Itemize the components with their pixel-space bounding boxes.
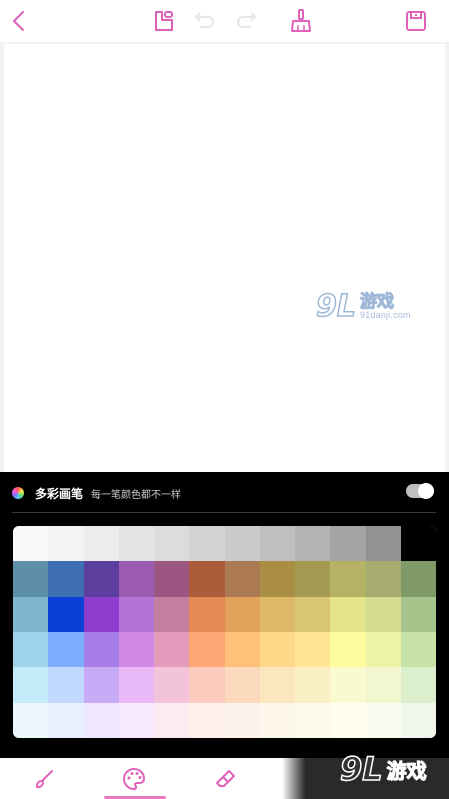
redo-icon[interactable] xyxy=(232,6,262,36)
panel-title: 多彩画笔 xyxy=(35,486,84,501)
color-swatch[interactable] xyxy=(224,667,260,703)
undo-icon[interactable] xyxy=(189,6,219,36)
color-swatch[interactable] xyxy=(154,702,190,738)
color-swatch[interactable] xyxy=(295,526,331,562)
color-swatch[interactable] xyxy=(154,526,190,562)
color-swatch[interactable] xyxy=(118,561,154,597)
color-swatch[interactable] xyxy=(154,667,190,703)
color-palette-grid xyxy=(13,526,436,738)
eraser-icon[interactable] xyxy=(213,766,239,792)
color-swatch[interactable] xyxy=(365,702,401,738)
color-swatch[interactable] xyxy=(13,667,49,703)
color-swatch[interactable] xyxy=(48,631,84,668)
color-swatch[interactable] xyxy=(13,702,49,738)
save-icon[interactable] xyxy=(401,6,431,36)
watermark-name: 游戏 xyxy=(360,291,395,312)
color-swatch[interactable] xyxy=(83,596,119,632)
color-swatch[interactable] xyxy=(118,702,154,738)
color-swatch[interactable] xyxy=(118,526,154,562)
color-swatch[interactable] xyxy=(189,526,225,562)
color-swatch[interactable] xyxy=(365,526,401,562)
color-swatch[interactable] xyxy=(330,631,366,668)
drawing-canvas[interactable] xyxy=(4,44,445,472)
color-swatch[interactable] xyxy=(330,526,366,562)
color-swatch[interactable] xyxy=(224,561,260,597)
color-swatch[interactable] xyxy=(189,596,225,632)
color-swatch[interactable] xyxy=(154,561,190,597)
color-swatch[interactable] xyxy=(400,667,436,703)
color-swatch[interactable] xyxy=(365,596,401,632)
color-swatch[interactable] xyxy=(83,526,119,562)
color-swatch[interactable] xyxy=(295,561,331,597)
watermark-logo-bottom: 9L 游戏 xyxy=(339,749,427,789)
color-swatch[interactable] xyxy=(83,561,119,597)
palette-icon[interactable] xyxy=(121,766,147,792)
brush-icon[interactable] xyxy=(31,766,57,792)
watermark-logo: 9L 游戏 91danji.com xyxy=(315,288,411,325)
panel-header: 多彩画笔 每一笔颜色都不一样 xyxy=(12,484,181,502)
color-swatch[interactable] xyxy=(365,561,401,597)
color-swatch[interactable] xyxy=(259,667,295,703)
color-swatch[interactable] xyxy=(400,631,436,668)
color-swatch[interactable] xyxy=(259,596,295,632)
top-toolbar xyxy=(0,0,449,42)
color-swatch[interactable] xyxy=(400,596,436,632)
watermark-name-bottom: 游戏 xyxy=(386,758,427,783)
color-swatch[interactable] xyxy=(330,596,366,632)
color-swatch[interactable] xyxy=(118,631,154,668)
color-swatch[interactable] xyxy=(224,702,260,738)
color-swatch[interactable] xyxy=(259,526,295,562)
color-swatch[interactable] xyxy=(154,596,190,632)
watermark-logo-mark: 9L xyxy=(315,288,357,325)
color-swatch[interactable] xyxy=(295,667,331,703)
color-swatch[interactable] xyxy=(259,631,295,668)
color-swatch[interactable] xyxy=(83,667,119,703)
color-swatch[interactable] xyxy=(295,631,331,668)
color-swatch[interactable] xyxy=(13,561,49,597)
back-icon[interactable] xyxy=(4,6,34,36)
multicolor-toggle[interactable] xyxy=(406,483,434,499)
color-swatch[interactable] xyxy=(259,561,295,597)
color-swatch[interactable] xyxy=(400,526,436,562)
panel-subtitle: 每一笔颜色都不一样 xyxy=(91,489,182,501)
color-swatch[interactable] xyxy=(83,702,119,738)
color-swatch[interactable] xyxy=(48,667,84,703)
color-swatch[interactable] xyxy=(118,596,154,632)
color-swatch[interactable] xyxy=(189,631,225,668)
rainbow-brush-icon xyxy=(12,487,24,499)
panel-divider xyxy=(12,512,436,513)
color-swatch[interactable] xyxy=(224,596,260,632)
color-swatch[interactable] xyxy=(365,631,401,668)
color-swatch[interactable] xyxy=(13,631,49,668)
color-swatch[interactable] xyxy=(189,561,225,597)
clear-broom-icon[interactable] xyxy=(286,6,316,36)
color-swatch[interactable] xyxy=(400,702,436,738)
color-swatch[interactable] xyxy=(118,667,154,703)
toggle-knob xyxy=(418,483,434,499)
color-swatch[interactable] xyxy=(13,596,49,632)
color-swatch[interactable] xyxy=(189,667,225,703)
color-swatch[interactable] xyxy=(48,526,84,562)
color-swatch[interactable] xyxy=(400,561,436,597)
color-swatch[interactable] xyxy=(330,561,366,597)
import-image-icon[interactable] xyxy=(149,6,179,36)
color-swatch[interactable] xyxy=(224,631,260,668)
watermark-url: 91danji.com xyxy=(360,309,411,320)
color-swatch[interactable] xyxy=(13,526,49,562)
color-swatch[interactable] xyxy=(48,561,84,597)
watermark-logo-mark-bottom: 9L xyxy=(339,749,383,789)
color-swatch[interactable] xyxy=(330,702,366,738)
color-swatch[interactable] xyxy=(295,596,331,632)
color-swatch[interactable] xyxy=(365,667,401,703)
color-swatch[interactable] xyxy=(189,702,225,738)
color-swatch[interactable] xyxy=(224,526,260,562)
color-swatch[interactable] xyxy=(48,596,84,632)
color-swatch[interactable] xyxy=(295,702,331,738)
color-swatch[interactable] xyxy=(83,631,119,668)
color-swatch[interactable] xyxy=(259,702,295,738)
color-swatch[interactable] xyxy=(154,631,190,668)
color-swatch[interactable] xyxy=(330,667,366,703)
color-swatch[interactable] xyxy=(48,702,84,738)
